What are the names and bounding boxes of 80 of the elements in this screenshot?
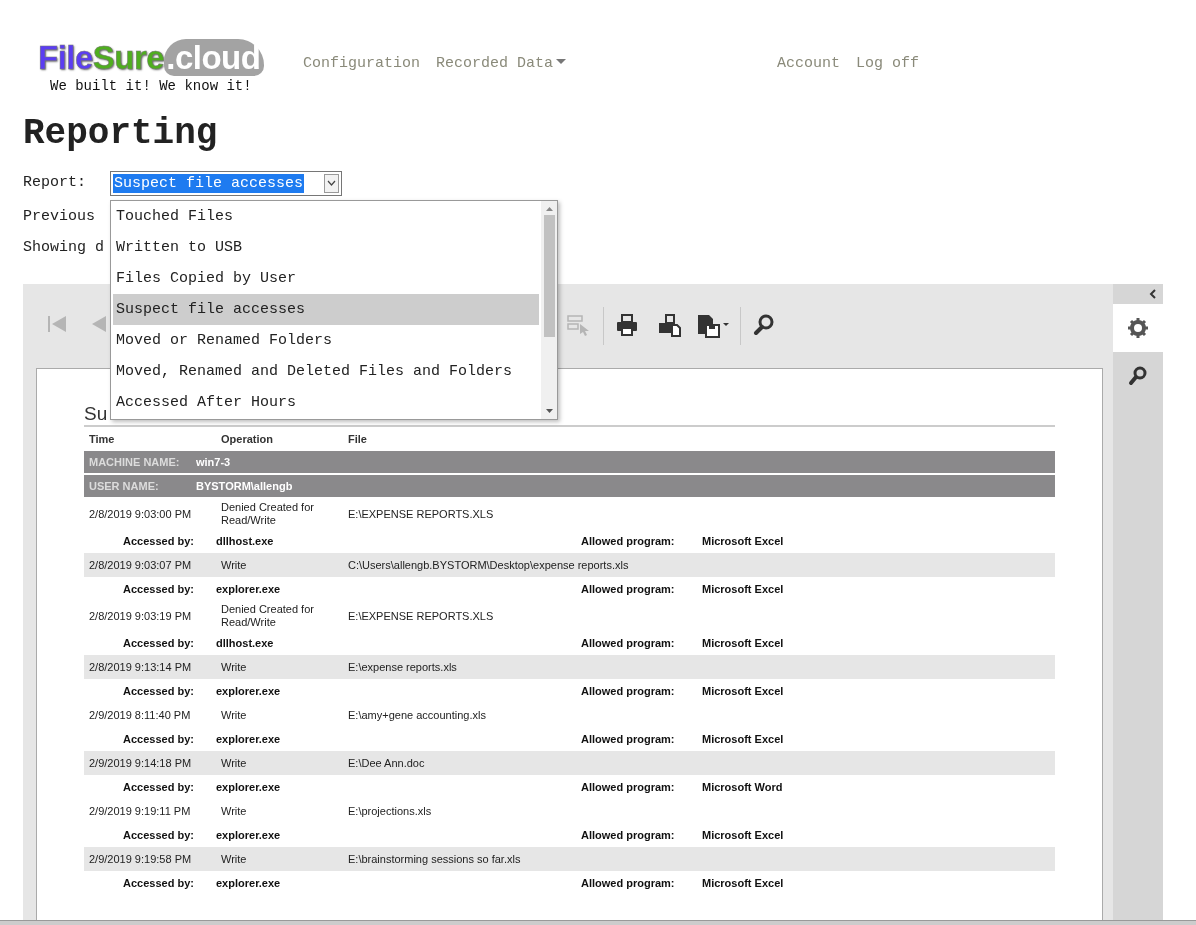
field-label: Accessed by:: [123, 732, 194, 745]
field-value: explorer.exe: [216, 876, 281, 889]
field-label: Allowed program:: [581, 828, 675, 841]
field-value: Microsoft Excel: [702, 875, 784, 891]
field-label: Accessed by:: [123, 582, 194, 595]
group-label: USER NAME:: [88, 478, 160, 494]
table-cell: Write: [221, 756, 247, 769]
nav-link[interactable]: Account: [777, 53, 841, 76]
field-value: Microsoft Excel: [702, 533, 784, 549]
field-label: Allowed program:: [581, 684, 675, 697]
table-cell: E:\EXPENSE REPORTS.XLS: [348, 609, 494, 622]
table-cell: E:\amy+gene accounting.xls: [348, 708, 486, 721]
report-select[interactable]: Suspect file accesses: [110, 170, 342, 196]
dropdown-option[interactable]: Files Copied by User: [113, 263, 539, 294]
text-line: Previous: [23, 207, 95, 227]
table-cell: 2/8/2019 9:03:07 PM: [89, 558, 192, 571]
field-label: Report:: [23, 172, 87, 193]
field-value: explorer.exe: [216, 684, 281, 697]
field-value: Microsoft Excel: [702, 827, 784, 843]
field-label: Allowed program:: [581, 636, 675, 649]
field-label: Accessed by:: [123, 534, 194, 547]
field-label: Accessed by:: [123, 780, 194, 793]
group-label: MACHINE NAME:: [88, 454, 181, 470]
column-header: Operation: [221, 432, 274, 446]
table-cell: E:\brainstorming sessions so far.xls: [348, 852, 521, 865]
table-cell: 2/8/2019 9:03:19 PM: [89, 609, 192, 622]
table-cell: 2/9/2019 9:14:18 PM: [89, 756, 192, 769]
dropdown-option[interactable]: Written to USB: [113, 232, 539, 263]
dropdown-option[interactable]: Moved or Renamed Folders: [113, 325, 539, 356]
dropdown-option[interactable]: Touched Files: [113, 201, 539, 232]
logo[interactable]: FileSure.cloud: [38, 38, 265, 78]
field-value: dllhost.exe: [216, 636, 274, 649]
tagline: We built it! We know it!: [50, 78, 252, 94]
field-label: Accessed by:: [123, 636, 194, 649]
table-cell: Denied Created for Read/Write: [221, 603, 314, 628]
table-cell: Write: [221, 804, 247, 817]
field-label: Allowed program:: [581, 732, 675, 745]
table-cell: E:\expense reports.xls: [348, 660, 457, 673]
text-line: Showing d: [23, 238, 104, 258]
field-value: Microsoft Excel: [702, 731, 784, 747]
field-label: Allowed program:: [581, 876, 675, 889]
table-cell: E:\EXPENSE REPORTS.XLS: [348, 507, 494, 520]
field-value: dllhost.exe: [216, 534, 274, 547]
field-value: Microsoft Excel: [702, 635, 784, 651]
table-cell: E:\projections.xls: [348, 804, 432, 817]
table-cell: 2/8/2019 9:13:14 PM: [89, 660, 192, 673]
table-cell: Write: [221, 558, 247, 571]
dropdown-option[interactable]: Moved, Renamed and Deleted Files and Folders: [113, 356, 539, 387]
table-cell: 2/9/2019 9:19:11 PM: [89, 804, 191, 817]
nav-link[interactable]: Log off: [856, 53, 920, 76]
table-cell: 2/9/2019 8:11:40 PM: [89, 708, 191, 721]
field-value: Microsoft Excel: [702, 683, 784, 699]
field-label: Accessed by:: [123, 828, 194, 841]
table-cell: Write: [221, 852, 247, 865]
field-label: Accessed by:: [123, 876, 194, 889]
field-value: explorer.exe: [216, 828, 281, 841]
nav-link[interactable]: Recorded Data: [436, 53, 567, 76]
field-value: explorer.exe: [216, 582, 281, 595]
table-cell: Write: [221, 708, 247, 721]
table-cell: 2/9/2019 9:19:58 PM: [89, 852, 192, 865]
field-label: Allowed program:: [581, 780, 675, 793]
table-cell: C:\Users\allengb.BYSTORM\Desktop\expense reports.xls: [348, 558, 629, 571]
table-cell: Denied Created for Read/Write: [221, 501, 314, 526]
nav-link[interactable]: Configuration: [303, 53, 421, 76]
field-label: Allowed program:: [581, 534, 675, 547]
field-value: explorer.exe: [216, 732, 281, 745]
column-header: File: [348, 431, 368, 447]
page-title: Reporting: [23, 112, 219, 156]
table-cell: E:\Dee Ann.doc: [348, 756, 425, 769]
field-value: Microsoft Excel: [702, 581, 784, 597]
field-value: explorer.exe: [216, 780, 281, 793]
dropdown-option[interactable]: Suspect file accesses: [113, 294, 539, 325]
field-label: Accessed by:: [123, 684, 194, 697]
column-header: Time: [88, 431, 116, 447]
table-cell: 2/8/2019 9:03:00 PM: [89, 507, 192, 520]
group-value: BYSTORM\allengb: [196, 478, 293, 494]
group-value: win7-3: [196, 454, 231, 470]
field-value: Microsoft Word: [702, 779, 783, 795]
field-label: Allowed program:: [581, 582, 675, 595]
table-cell: Write: [221, 660, 247, 673]
